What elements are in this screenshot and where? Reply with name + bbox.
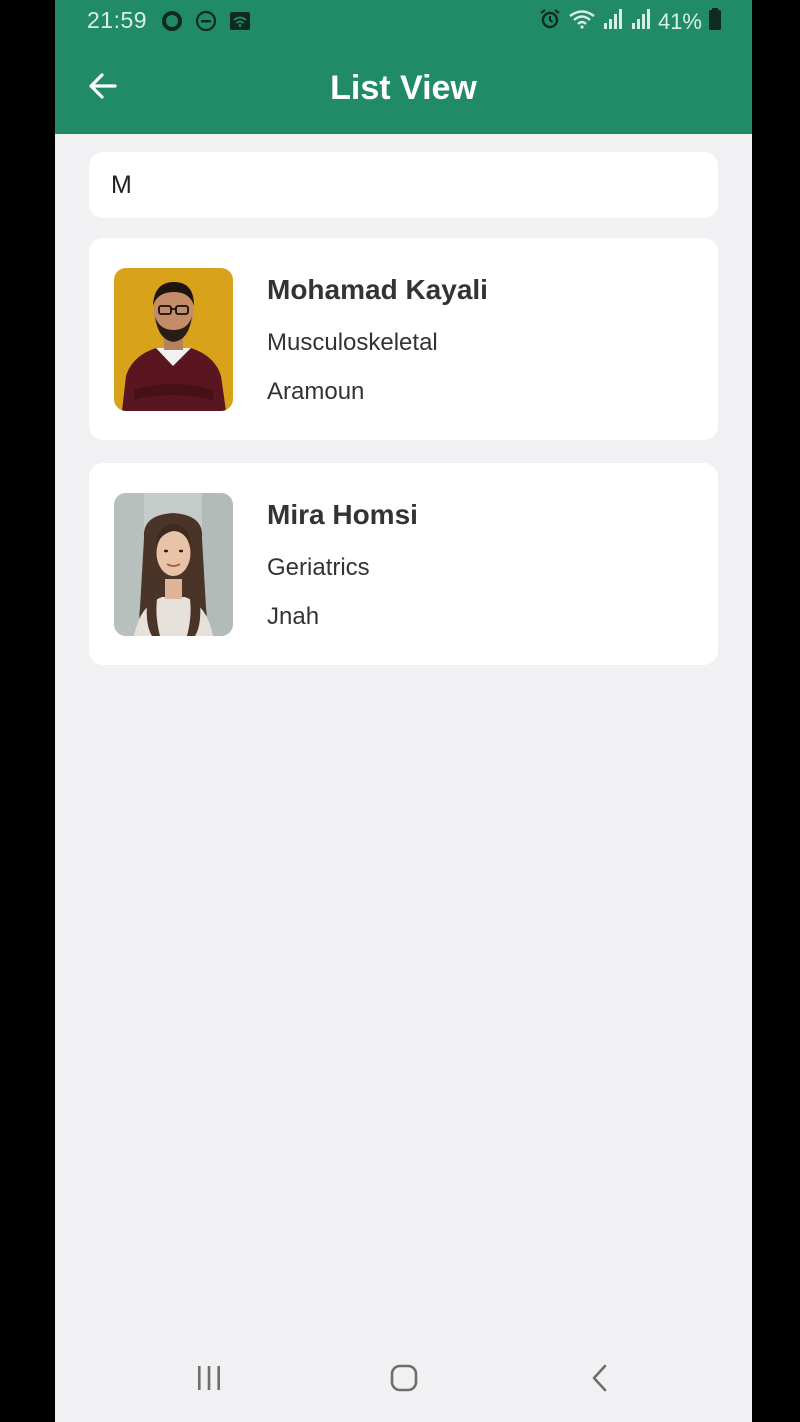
circle-notification-icon xyxy=(160,9,184,38)
page-title: List View xyxy=(330,69,477,107)
status-left-icons xyxy=(160,9,252,38)
wifi-calling-icon xyxy=(228,9,252,38)
home-icon xyxy=(389,1363,419,1398)
search-input[interactable] xyxy=(109,169,689,201)
phone-screen: 21:59 41% List View M Mohamad Kayali Mus… xyxy=(55,0,752,1422)
alarm-icon xyxy=(538,7,562,36)
recents-icon xyxy=(194,1364,224,1397)
card-name: Mira Homsi xyxy=(267,499,418,530)
status-time: 21:59 xyxy=(87,7,148,33)
status-right-icons: 41% xyxy=(538,7,722,36)
list-item[interactable]: Mohamad Kayali Musculoskeletal Aramoun xyxy=(89,238,718,440)
battery-percent: 41% xyxy=(657,8,702,34)
app-bar: List View xyxy=(55,42,752,134)
battery-icon xyxy=(708,7,722,36)
recents-button[interactable] xyxy=(179,1358,239,1402)
list-item[interactable]: Mira Homsi Geriatrics Jnah xyxy=(89,463,718,665)
signal-icon xyxy=(602,7,624,36)
back-icon xyxy=(585,1363,615,1398)
card-text: Mohamad Kayali Musculoskeletal Aramoun xyxy=(267,274,488,416)
signal-icon xyxy=(630,7,652,36)
card-specialty: Geriatrics xyxy=(267,554,370,581)
avatar xyxy=(114,268,233,411)
avatar xyxy=(114,493,233,636)
search-field[interactable] xyxy=(89,152,718,218)
card-text: Mira Homsi Geriatrics Jnah xyxy=(267,499,418,641)
do-not-disturb-icon xyxy=(194,9,218,38)
card-specialty: Musculoskeletal xyxy=(267,329,438,356)
card-location: Jnah xyxy=(267,603,320,630)
home-button[interactable] xyxy=(374,1358,434,1402)
system-back-button[interactable] xyxy=(570,1358,630,1402)
card-name: Mohamad Kayali xyxy=(267,274,488,305)
card-location: Aramoun xyxy=(267,378,365,405)
status-bar: 21:59 41% xyxy=(55,0,752,42)
system-nav-bar xyxy=(55,1340,752,1422)
wifi-icon xyxy=(568,7,596,36)
